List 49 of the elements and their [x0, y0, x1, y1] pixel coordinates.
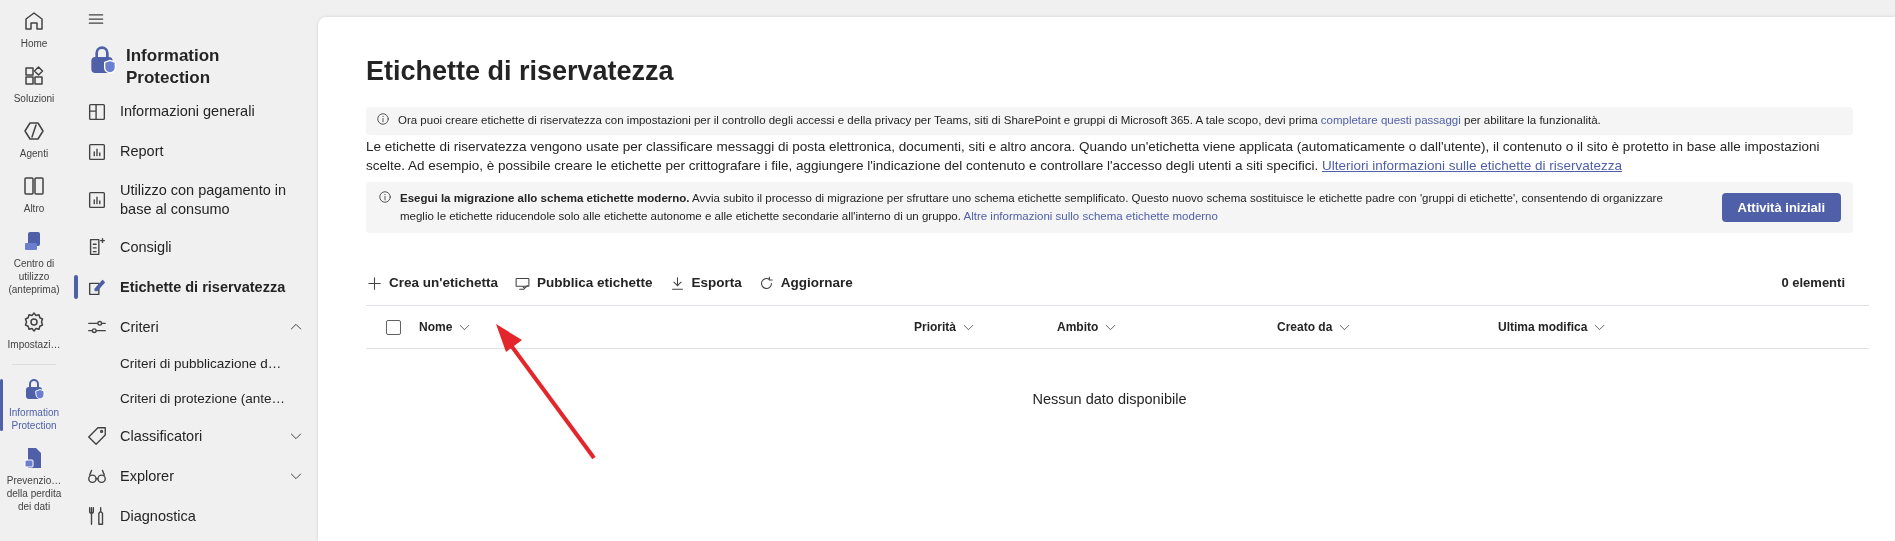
rail-item[interactable]: Prevenzio… della perdita dei dati	[2, 443, 66, 516]
start-button[interactable]: Attività iniziali	[1721, 192, 1841, 223]
description-text: Le etichette di riservatezza vengono usate per classificare messaggi di posta elettronica, documenti, siti e altro ancora. Quando un'etichetta viene applicata (automaticamente o dall'utente), il contenuto o il sito è protetto in base alle impostazioni scelte. Ad esempio, è possibile creare le etichette per crittografare i file, aggiungere l'indicazione del contenuto e controllare l'accesso degli utenti a siti specifici. Ulteriori informazioni sulle etichette di riservatezza	[366, 137, 1821, 175]
sidebar-title: Information Protection	[126, 45, 221, 88]
sidebar-item[interactable]: Informazioni generali	[74, 91, 304, 132]
column-header[interactable]: Nome	[419, 318, 472, 337]
migration-link[interactable]: Altre informazioni sullo schema etichette moderno	[963, 209, 1218, 222]
sidebar-item[interactable]: Report	[74, 131, 304, 172]
notice-text: Ora puoi creare etichette di riservatezza con impostazioni per il controllo degli accessi e della privacy per Teams, siti di SharePoint e gruppi di Microsoft 365. A tale scopo, devi prima completare questi passaggi per abilitare la funzionalità.	[398, 113, 1601, 129]
rail-item[interactable]: Agenti	[2, 116, 66, 163]
sidebar-item[interactable]: Utilizzo con pagamento in base al consumo	[74, 171, 304, 228]
sidebar-item[interactable]: Etichette di riservatezza	[74, 267, 304, 308]
toolbar-button[interactable]: Esporta	[660, 268, 750, 298]
toolbar-button[interactable]: Aggiornare	[749, 268, 861, 298]
columns-icon	[22, 174, 46, 198]
toolbar-button[interactable]: Crea un'etichetta	[358, 268, 506, 298]
info-icon	[376, 112, 390, 127]
code-icon	[22, 119, 46, 143]
sidebar-subitem[interactable]: Criteri di protezione (ante…	[74, 381, 304, 416]
rail-item[interactable]: Soluzioni	[2, 61, 66, 108]
select-all-checkbox[interactable]	[386, 319, 401, 335]
column-header[interactable]: Creato da	[1277, 318, 1352, 337]
column-header[interactable]: Priorità	[914, 318, 975, 337]
sidebar-item[interactable]: Classificatori	[74, 416, 304, 456]
rail-item[interactable]: Impostazi…	[2, 307, 66, 354]
sidebar-item[interactable]: Consigli	[74, 227, 304, 268]
plus-icon	[366, 274, 383, 292]
notice-link[interactable]: completare questi passaggi	[1320, 114, 1461, 127]
migration-text: Esegui la migrazione allo schema etichette moderno. Avvia subito il processo di migrazione per sfruttare uno schema etichette semplificato. Questo nuovo schema sostituisce le etichette padre con 'gruppi di etichette', consentendo di organizzare meglio le etichette riducendole solo alle etichette autonome e alle etichette secondarie all'interno di un gruppo. Altre informazioni sullo schema etichette moderno	[400, 191, 1664, 224]
info-icon	[378, 190, 392, 205]
empty-message: Nessun dato disponibile	[1032, 390, 1187, 410]
column-header[interactable]: Ambito	[1057, 318, 1118, 337]
column-header[interactable]: Ultima modifica	[1498, 318, 1607, 337]
learn-more-link[interactable]: Ulteriori informazioni sulle etichette di riservatezza	[1321, 157, 1623, 173]
sidebar-item[interactable]: Criteri	[74, 307, 304, 348]
home-icon	[22, 9, 46, 33]
rail-item[interactable]: Centro di utilizzo (anteprima)	[2, 226, 66, 299]
apps-icon	[22, 64, 46, 88]
settings-icon	[22, 310, 46, 334]
tag-icon	[86, 425, 108, 447]
item-count: 0 elementi	[1781, 274, 1845, 293]
sidebar-item[interactable]: Diagnostica	[74, 496, 304, 536]
rail-item[interactable]: Home	[2, 6, 66, 53]
rail-item[interactable]: Information Protection	[2, 375, 66, 435]
page-title: Etichette di riservatezza	[366, 55, 675, 88]
sidebar-item[interactable]: Explorer	[74, 456, 304, 496]
sidebar-subitem[interactable]: Criteri di pubblicazione d…	[74, 347, 304, 382]
rail-item[interactable]: Altro	[2, 171, 66, 218]
toolbar-button[interactable]: Pubblica etichette	[506, 268, 661, 298]
